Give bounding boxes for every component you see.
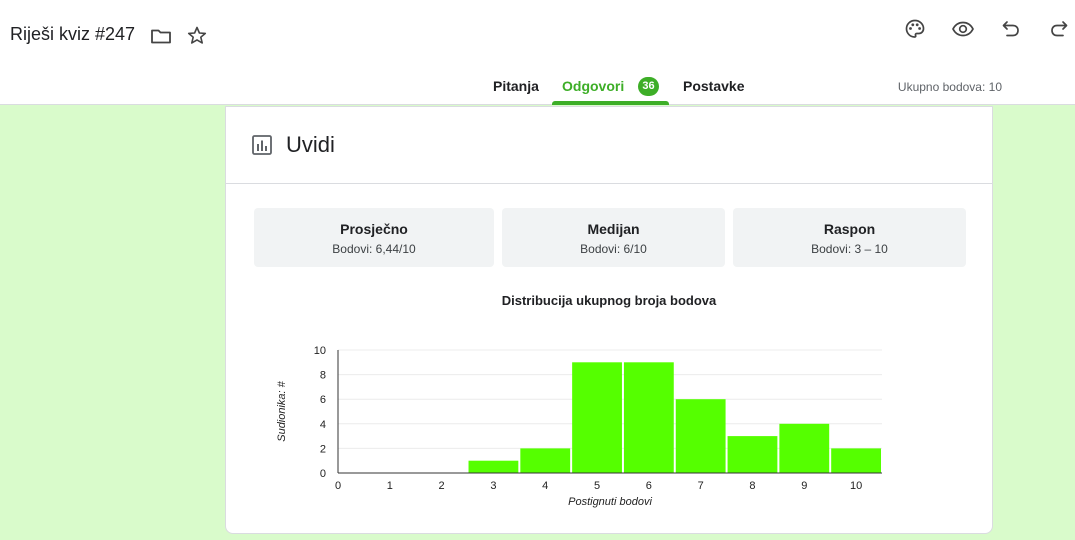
bar-5 [572, 362, 622, 473]
x-tick-label-3: 3 [490, 480, 496, 492]
x-tick-label-7: 7 [698, 480, 704, 492]
y-tick-label-8: 8 [320, 370, 326, 382]
x-tick-label-9: 9 [801, 480, 807, 492]
y-axis-label: Sudionika: # [276, 380, 288, 441]
x-tick-label-6: 6 [646, 480, 652, 492]
x-tick-label-10: 10 [850, 480, 862, 492]
y-tick-label-10: 10 [314, 345, 326, 357]
preview-eye-icon[interactable] [951, 17, 975, 41]
x-tick-label-0: 0 [335, 480, 341, 492]
y-tick-label-0: 0 [320, 468, 326, 480]
bar-10 [831, 448, 881, 473]
tab-settings[interactable]: Postavke [683, 78, 744, 105]
y-tick-label-4: 4 [320, 419, 326, 431]
form-title[interactable]: Riješi kviz #247 [10, 24, 135, 45]
x-tick-label-8: 8 [749, 480, 755, 492]
y-tick-label-6: 6 [320, 394, 326, 406]
app-header: Riješi kviz #247 Pitanja Odgovori 36 Pos… [0, 0, 1075, 105]
redo-icon[interactable] [1047, 17, 1071, 41]
x-tick-label-2: 2 [439, 480, 445, 492]
responses-count-badge: 36 [638, 77, 659, 96]
x-tick-label-4: 4 [542, 480, 548, 492]
total-points: Ukupno bodova: 10 [897, 80, 1002, 94]
tab-questions[interactable]: Pitanja [493, 78, 539, 105]
undo-icon[interactable] [999, 17, 1023, 41]
bar-7 [675, 399, 726, 473]
star-icon[interactable] [185, 24, 209, 48]
bar-4 [520, 448, 571, 473]
x-tick-label-1: 1 [387, 480, 393, 492]
insights-card: Uvidi Prosječno Bodovi: 6,44/10 Medijan … [225, 106, 993, 534]
score-distribution-chart: 0 2 4 6 8 10 0 1 2 3 4 5 6 7 8 9 10 Postignuti bodovi Sudi… [276, 345, 882, 508]
bar-3 [468, 460, 519, 473]
palette-icon[interactable] [903, 17, 927, 41]
x-tick-label-5: 5 [594, 480, 600, 492]
active-tab-indicator [552, 101, 669, 105]
bar-6 [623, 362, 674, 473]
bar-9 [779, 423, 830, 473]
bar-8 [727, 436, 778, 473]
y-tick-label-2: 2 [320, 443, 326, 455]
x-axis-label: Postignuti bodovi [568, 496, 652, 508]
folder-icon[interactable] [149, 24, 173, 48]
